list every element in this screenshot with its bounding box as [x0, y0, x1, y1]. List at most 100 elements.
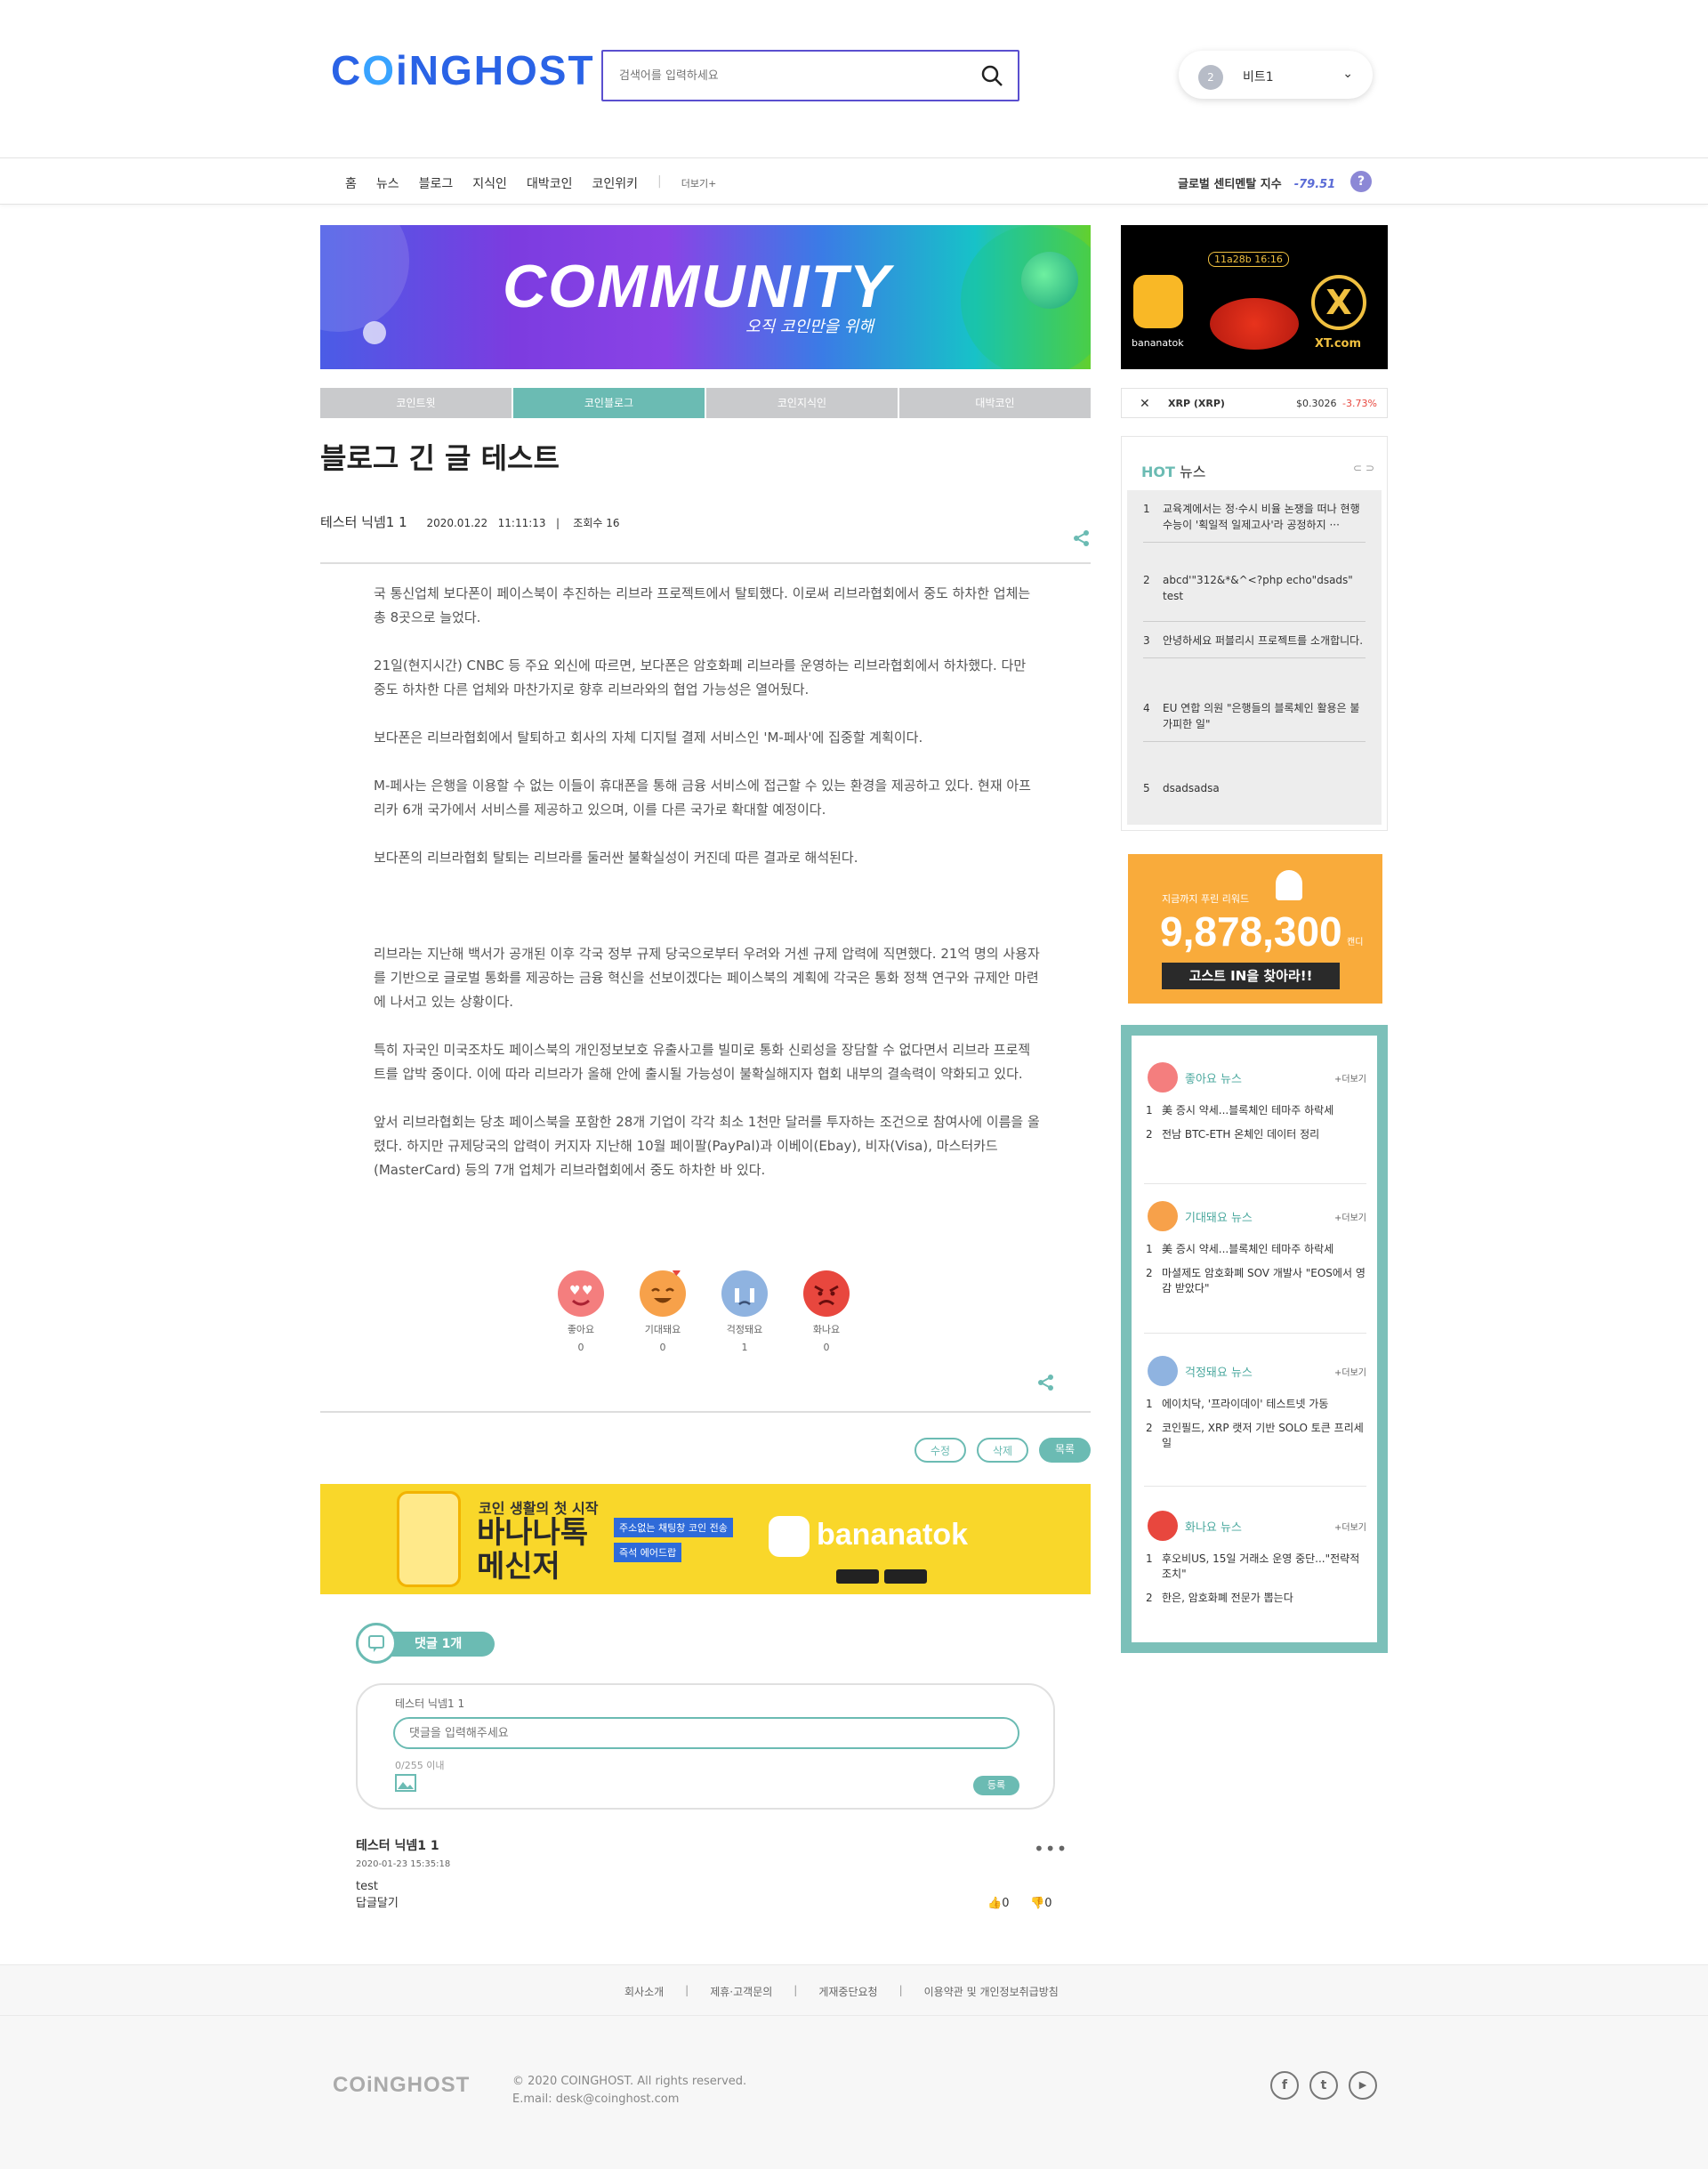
list-item[interactable]: 5 dsadsadsa	[1143, 780, 1366, 805]
divider	[1144, 1183, 1366, 1184]
comment-input[interactable]	[393, 1717, 1019, 1749]
list-item[interactable]: 2 마셜제도 암호화폐 SOV 개발사 "EOS에서 영감 받았다"	[1144, 1266, 1366, 1296]
comment-form: 테스터 닉넴1 1 0/255 이내 등록	[356, 1683, 1055, 1810]
comment-count: 댓글 1개	[386, 1632, 495, 1657]
post-author[interactable]: 테스터 닉넴1 1	[320, 514, 407, 530]
more-link[interactable]: +더보기	[1334, 1071, 1366, 1084]
nav-item-news[interactable]: 뉴스	[376, 174, 399, 192]
nav-item-blog[interactable]: 블로그	[419, 174, 454, 192]
comment-author[interactable]: 테스터 닉넴1 1	[356, 1836, 1068, 1854]
more-link[interactable]: +더보기	[1334, 1210, 1366, 1223]
bananatok-logo-icon	[1133, 275, 1183, 328]
reaction-angry[interactable]: 화나요 0	[802, 1270, 850, 1353]
reaction-label: 기대돼요	[644, 1324, 681, 1335]
list-item[interactable]: 2 abcd'"312&*&^<?php echo"dsads" test	[1143, 572, 1366, 622]
delete-button[interactable]: 삭제	[977, 1438, 1028, 1463]
google-play-badge	[836, 1569, 879, 1584]
footer-link-contact[interactable]: 제휴·고객문의	[710, 1984, 772, 1999]
more-options-icon[interactable]: •••	[1034, 1838, 1068, 1859]
list-button[interactable]: 목록	[1039, 1438, 1091, 1463]
youtube-icon[interactable]: ▶	[1349, 2071, 1377, 2100]
post-paragraph: 국 통신업체 보다폰이 페이스북이 추진하는 리브라 프로젝트에서 탈퇴했다. …	[374, 585, 1031, 625]
share-icon[interactable]	[1036, 1373, 1056, 1392]
nav-item-qna[interactable]: 지식인	[472, 174, 507, 192]
hot-news-title: HOT 뉴스	[1141, 464, 1206, 480]
banner-subtitle: 오직 코인만을 위해	[745, 318, 874, 336]
footer-link-takedown[interactable]: 게재중단요청	[818, 1984, 877, 1999]
dislike-button[interactable]: 👎0	[1030, 1897, 1051, 1910]
footer-link-about[interactable]: 회사소개	[624, 1984, 664, 1999]
footer-links: 회사소개 | 제휴·고객문의 | 게재중단요청 | 이용약관 및 개인정보취급방침	[624, 1984, 1059, 1999]
twitter-icon[interactable]: t	[1309, 2071, 1338, 2100]
coin-ticker[interactable]: ✕ XRP (XRP) $0.3026 -3.73%	[1121, 388, 1388, 418]
nav-item-home[interactable]: 홈	[345, 174, 357, 192]
tab-big-coin[interactable]: 대박코인	[899, 388, 1091, 418]
post-body: 국 통신업체 보다폰이 페이스북이 추진하는 리브라 프로젝트에서 탈퇴했다. …	[374, 582, 1041, 1206]
list-item[interactable]: 2 한은, 암호화폐 전문가 뽑는다	[1144, 1591, 1366, 1606]
flower-decoration	[1210, 298, 1299, 350]
chevron-down-icon[interactable]: ⌄	[1342, 67, 1353, 81]
like-button[interactable]: 👍0	[987, 1897, 1009, 1910]
image-upload-icon[interactable]	[395, 1774, 416, 1792]
sidebar-ad[interactable]: 11a28b 16:16 bananatok X XT.com	[1121, 225, 1388, 369]
post-paragraph: 리브라는 지난해 백서가 공개된 이후 각국 정부 규제 당국으로부터 우려와 …	[374, 946, 1040, 1010]
facebook-icon[interactable]: f	[1270, 2071, 1299, 2100]
bananatok-ad[interactable]: 코인 생활의 첫 시작 바나나톡 메신저 주소없는 채팅창 코인 전송 즉석 에어…	[320, 1484, 1091, 1594]
tab-coin-blog[interactable]: 코인블로그	[513, 388, 705, 418]
footer-copyright: © 2020 COINGHOST. All rights reserved. E…	[512, 2075, 747, 2106]
reply-link[interactable]: 답글달기	[356, 1893, 1068, 1910]
decor-circle	[1021, 252, 1078, 309]
list-item[interactable]: 3 안녕하세요 퍼블리시 프로젝트를 소개합니다.	[1143, 633, 1366, 658]
emotion-group-like: 좋아요 뉴스 +더보기 1美 증시 약세...블록체인 테마주 하락세 2 전남 B…	[1144, 1059, 1366, 1184]
community-tabs: 코인트윗 코인블로그 코인지식인 대박코인	[320, 388, 1091, 418]
ad-brand: bananatok	[817, 1518, 969, 1552]
sentiment-label: 글로벌 센티멘탈 지수	[1178, 178, 1282, 191]
prev-icon[interactable]: ⊂	[1353, 462, 1362, 474]
search-input[interactable]	[619, 64, 957, 87]
list-item[interactable]: 1美 증시 약세...블록체인 테마주 하락세	[1144, 1242, 1366, 1257]
more-link[interactable]: +더보기	[1334, 1520, 1366, 1533]
post-time: 11:11:13	[497, 517, 546, 529]
help-icon[interactable]: ?	[1350, 171, 1372, 192]
submit-comment-button[interactable]: 등록	[973, 1776, 1019, 1795]
tab-coin-qna[interactable]: 코인지식인	[706, 388, 898, 418]
post-date: 2020.01.22	[426, 517, 488, 529]
site-logo[interactable]: COiNGHOST	[331, 46, 595, 94]
list-item[interactable]: 2 전남 BTC-ETH 온체인 데이터 정리	[1144, 1127, 1366, 1142]
group-title: 좋아요 뉴스	[1185, 1073, 1242, 1086]
nav-item-wiki[interactable]: 코인위키	[592, 174, 638, 192]
post-views: 조회수 16	[573, 517, 620, 529]
list-item[interactable]: 2 코인필드, XRP 랫저 기반 SOLO 토큰 프리세일	[1144, 1421, 1366, 1451]
comment-item: 테스터 닉넴1 1 2020-01-23 15:35:18 test 답글달기 …	[356, 1836, 1068, 1910]
search-icon[interactable]	[979, 62, 1005, 89]
reaction-worry[interactable]: 걱정돼요 1	[721, 1270, 769, 1353]
more-link[interactable]: +더보기	[1334, 1365, 1366, 1378]
find-ghost-button[interactable]: 고스트 IN을 찾아라!!	[1162, 963, 1340, 989]
edit-button[interactable]: 수정	[914, 1438, 966, 1463]
crying-icon	[1148, 1356, 1178, 1386]
reaction-count: 0	[659, 1342, 666, 1353]
footer-link-terms[interactable]: 이용약관 및 개인정보취급방침	[924, 1984, 1059, 1999]
tab-coin-tweet[interactable]: 코인트윗	[320, 388, 512, 418]
gnb-bar	[0, 158, 1708, 205]
smile-icon	[1148, 1201, 1178, 1231]
hot-news: HOT 뉴스 ⊂ ⊃ 1 교육계에서는 정·수시 비율 논쟁을 떠나 현행 수능이…	[1121, 436, 1388, 831]
ticker-change: -3.73%	[1342, 398, 1377, 409]
list-item[interactable]: 1美 증시 약세...블록체인 테마주 하락세	[1144, 1103, 1366, 1118]
reaction-expect[interactable]: ♥ 기대돼요 0	[639, 1266, 687, 1353]
reaction-like[interactable]: ♥ ♥ 좋아요 0	[557, 1270, 605, 1353]
list-item[interactable]: 4 EU 연합 의원 "은행들의 블록체인 활용은 불가피한 일"	[1143, 700, 1366, 742]
angry-icon	[1148, 1511, 1178, 1541]
list-item[interactable]: 1 교육계에서는 정·수시 비율 논쟁을 떠나 현행 수능이 '획일적 일제고사'…	[1143, 501, 1366, 543]
reaction-label: 좋아요	[567, 1324, 595, 1335]
heart-eyes-icon	[1148, 1062, 1178, 1093]
next-icon[interactable]: ⊃	[1366, 462, 1374, 474]
phone-illustration	[397, 1491, 461, 1587]
list-item[interactable]: 1 에이치닥, '프라이데이' 테스트넷 가동	[1144, 1397, 1366, 1412]
user-menu[interactable]: 2 비트1 ⌄	[1179, 51, 1373, 99]
nav-more[interactable]: 더보기+	[681, 176, 717, 192]
list-item[interactable]: 1 후오비US, 15일 거래소 운영 중단..."전략적 조치"	[1144, 1552, 1366, 1582]
reaction-label: 화나요	[812, 1324, 841, 1335]
share-icon[interactable]	[1072, 528, 1092, 548]
nav-item-bigcoin[interactable]: 대박코인	[527, 174, 573, 192]
